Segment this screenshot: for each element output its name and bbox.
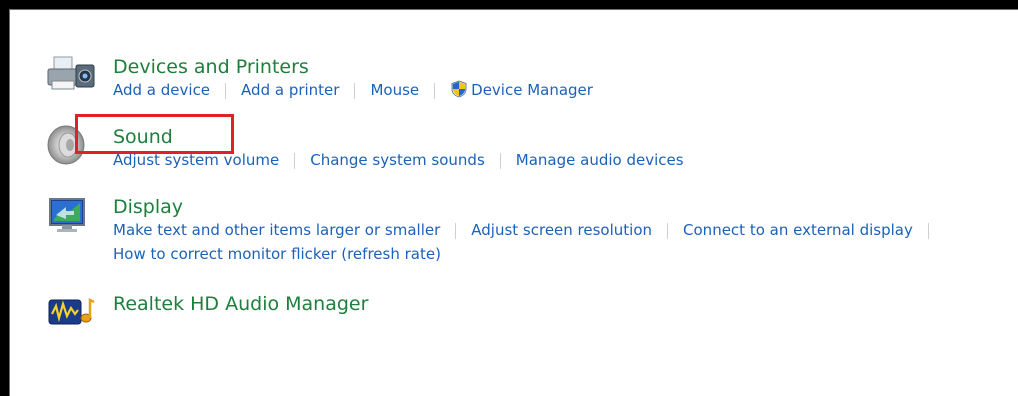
- separator: [354, 82, 356, 99]
- monitor-flicker-link[interactable]: How to correct monitor flicker (refresh …: [113, 244, 441, 264]
- change-system-sounds-link[interactable]: Change system sounds: [310, 151, 485, 169]
- mouse-link[interactable]: Mouse: [370, 81, 419, 99]
- manage-audio-devices-link[interactable]: Manage audio devices: [516, 151, 684, 169]
- realtek-hd-audio-manager-link[interactable]: Realtek HD Audio Manager: [113, 292, 368, 316]
- separator: [294, 152, 296, 169]
- separator: [667, 222, 669, 239]
- display-links: Make text and other items larger or smal…: [113, 220, 944, 240]
- separator: [499, 152, 501, 169]
- adjust-screen-resolution-link[interactable]: Adjust screen resolution: [471, 221, 652, 239]
- sound-highlight-box: [75, 114, 234, 154]
- uac-shield-icon: [451, 80, 467, 98]
- connect-external-display-link[interactable]: Connect to an external display: [683, 221, 913, 239]
- separator: [434, 82, 436, 99]
- printer-icon: [47, 56, 95, 90]
- make-text-larger-link[interactable]: Make text and other items larger or smal…: [113, 221, 440, 239]
- display-link[interactable]: Display: [113, 195, 183, 219]
- realtek-audio-icon: [48, 297, 95, 325]
- device-manager-label: Device Manager: [471, 81, 593, 99]
- separator: [225, 82, 227, 99]
- devices-links: Add a device Add a printer Mouse Device Man…: [113, 80, 593, 100]
- control-panel-content: Devices and Printers Add a device Add a p…: [9, 9, 1018, 396]
- device-manager-link[interactable]: Device Manager: [450, 80, 593, 99]
- separator: [927, 222, 929, 239]
- add-a-printer-link[interactable]: Add a printer: [241, 81, 339, 99]
- monitor-icon: [49, 198, 85, 232]
- separator: [455, 222, 457, 239]
- add-a-device-link[interactable]: Add a device: [113, 81, 210, 99]
- devices-and-printers-link[interactable]: Devices and Printers: [113, 55, 309, 79]
